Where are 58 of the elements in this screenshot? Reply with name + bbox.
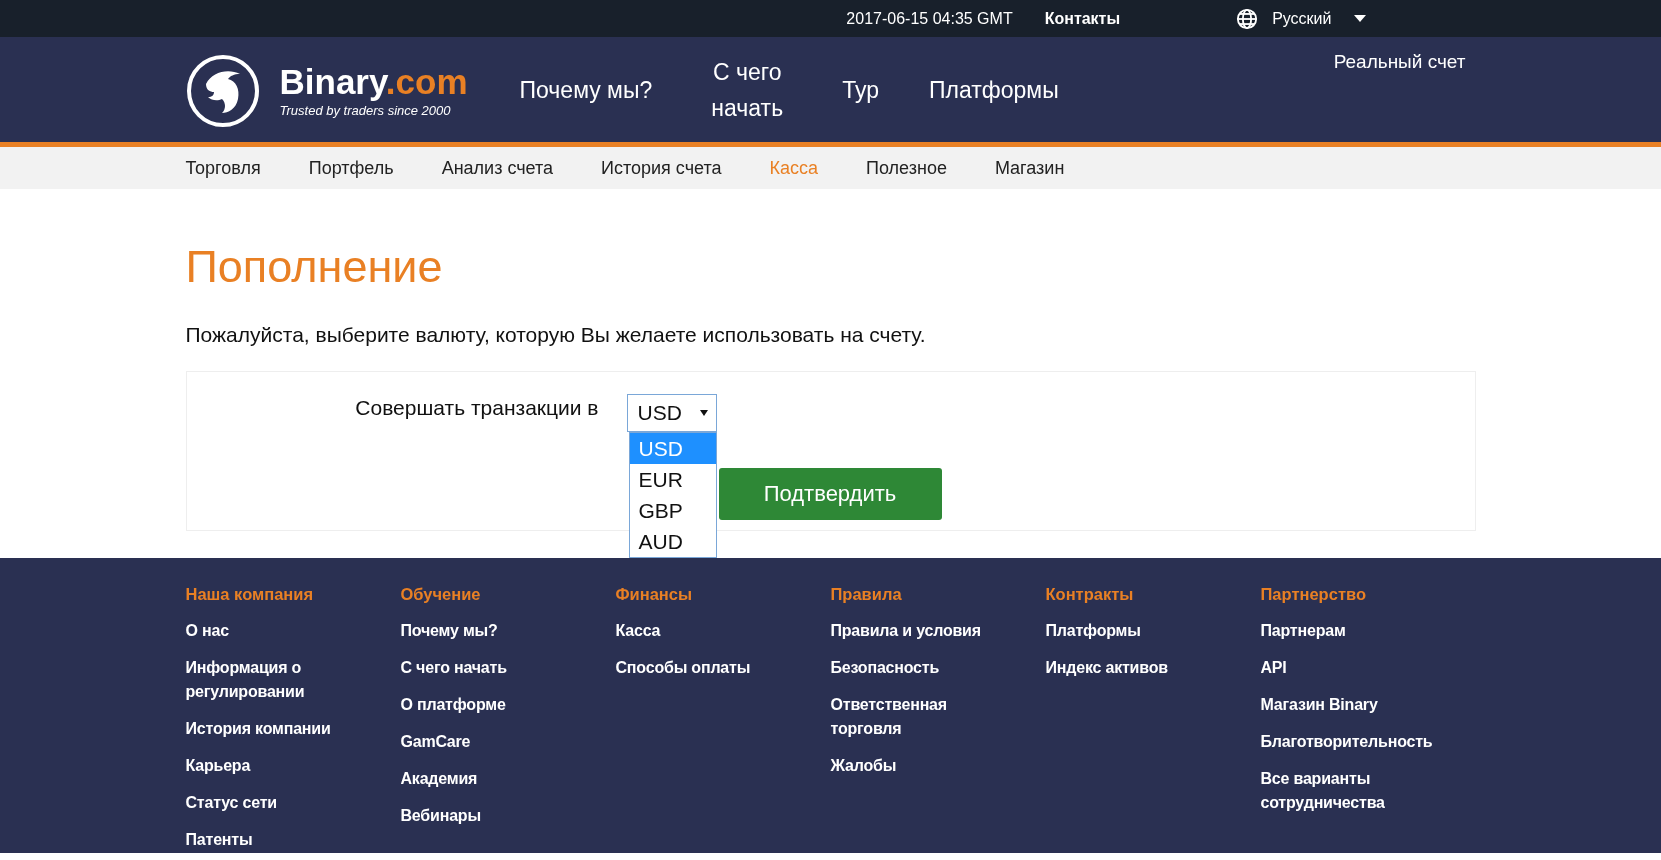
date-time: 2017-06-15 04:35 GMT <box>846 9 1013 28</box>
footer-link[interactable]: Статус сети <box>185 791 376 815</box>
footer-heading: Партнерство <box>1260 585 1367 604</box>
confirm-button[interactable]: Подтвердить <box>718 468 942 520</box>
footer-heading: Наша компания <box>185 585 315 604</box>
footer-link[interactable]: С чего начать <box>400 656 591 680</box>
footer-link[interactable]: Информация о регулировании <box>185 656 376 704</box>
subnav-tab[interactable]: Полезное <box>866 157 947 179</box>
footer-link[interactable]: Индекс активов <box>1045 656 1236 680</box>
globe-icon <box>1236 7 1259 30</box>
footer-link[interactable]: Академия <box>400 767 591 791</box>
subnav-tab[interactable]: Анализ счета <box>441 157 554 179</box>
dropdown-option[interactable]: GBP <box>629 495 716 526</box>
footer-heading: Правила <box>830 585 903 604</box>
footer-link[interactable]: Благотворительность <box>1260 730 1451 754</box>
footer-link[interactable]: Патенты <box>185 828 376 852</box>
footer-link[interactable]: Жалобы <box>830 754 1021 778</box>
footer-link[interactable]: Партнерам <box>1260 619 1451 643</box>
account-link[interactable]: Реальный счет <box>1333 51 1466 73</box>
footer-link[interactable]: Касса <box>615 619 806 643</box>
dropdown-option[interactable]: AUD <box>629 526 716 557</box>
footer-link[interactable]: Все варианты сотрудничества <box>1260 767 1451 815</box>
nav-link[interactable]: Тур <box>842 71 880 108</box>
footer-heading: Обучение <box>400 585 482 604</box>
footer-link[interactable]: О нас <box>185 619 376 643</box>
instruction-text: Пожалуйста, выберите валюту, которую Вы желаете использовать на счету. <box>185 323 927 347</box>
page-title: Пополнение <box>185 241 444 293</box>
footer-link[interactable]: Карьера <box>185 754 376 778</box>
footer-link[interactable]: Почему мы? <box>400 619 591 643</box>
footer-link[interactable]: Вебинары <box>400 804 591 828</box>
nav-link[interactable]: Почему мы? <box>519 71 653 108</box>
footer-link[interactable]: О платформе <box>400 693 591 717</box>
subnav-tab[interactable]: История счета <box>601 157 722 179</box>
footer-link[interactable]: Магазин Binary <box>1260 693 1451 717</box>
currency-label: Совершать транзакции в <box>355 395 599 421</box>
subnav-tab[interactable]: Магазин <box>994 157 1065 179</box>
contacts-link[interactable]: Контакты <box>1044 9 1121 28</box>
footer-link[interactable]: API <box>1260 656 1451 680</box>
footer-link[interactable]: Платформы <box>1045 619 1236 643</box>
footer-heading: Финансы <box>615 585 694 604</box>
footer-link[interactable]: Безопасность <box>830 656 1021 680</box>
nav-link[interactable]: Платформы <box>929 71 1059 108</box>
footer-link[interactable]: Ответственная торговля <box>830 693 1021 741</box>
footer-link[interactable]: Способы оплаты <box>615 656 806 680</box>
footer-link[interactable]: История компании <box>185 717 376 741</box>
subnav-tab[interactable]: Торговля <box>185 157 261 179</box>
caret-icon <box>699 410 708 416</box>
nav-link[interactable]: С чего начать <box>702 53 793 126</box>
footer-link[interactable]: Правила и условия <box>830 619 1021 643</box>
footer-heading: Контракты <box>1045 585 1135 604</box>
currency-select[interactable]: USD <box>626 394 717 432</box>
logo-tagline: Trusted by traders since 2000 <box>279 103 452 118</box>
caret-icon[interactable] <box>1353 14 1366 23</box>
language-selector[interactable]: Русский <box>1272 9 1332 28</box>
subnav-tab[interactable]: Портфель <box>308 157 394 179</box>
footer-link[interactable]: GamCare <box>400 730 591 754</box>
logo-wordmark: Binary.com <box>279 64 468 99</box>
dropdown-option[interactable]: EUR <box>629 464 716 495</box>
